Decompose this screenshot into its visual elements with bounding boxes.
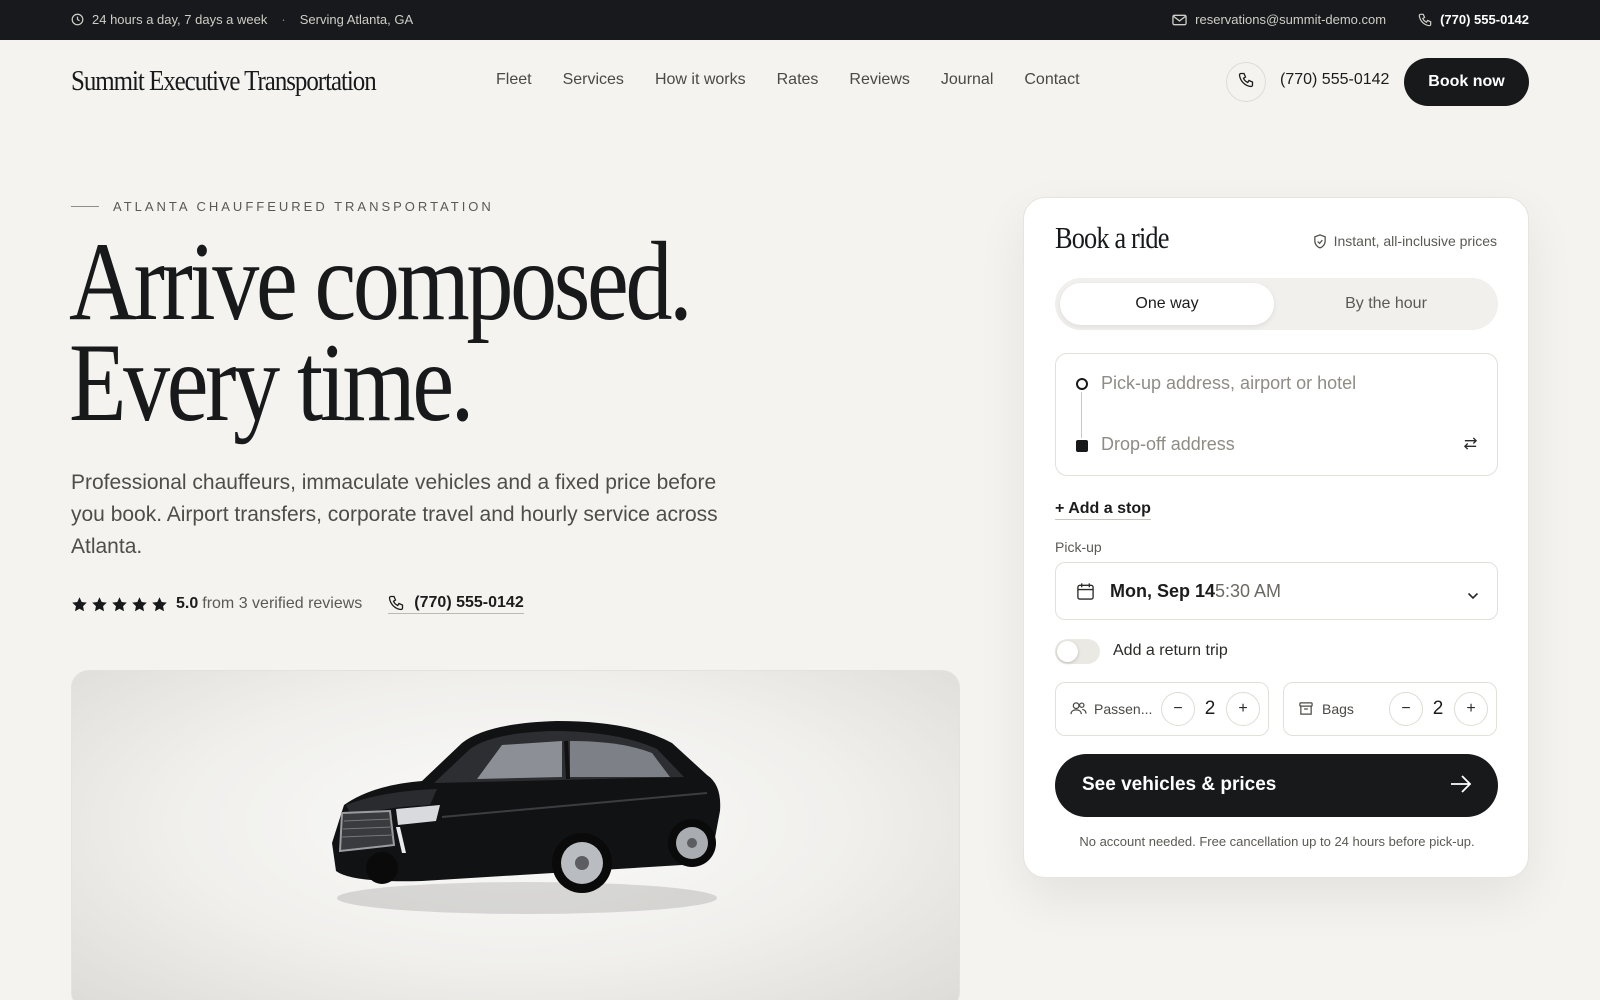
hero-headline: Arrive composed. Every time.	[69, 220, 693, 445]
star-icon	[72, 596, 87, 611]
arrow-right-icon	[1450, 774, 1472, 799]
bags-value: 2	[1432, 698, 1444, 719]
bags-decrement-button[interactable]: −	[1389, 692, 1423, 726]
passengers-decrement-button[interactable]: −	[1161, 692, 1195, 726]
return-trip-toggle[interactable]	[1055, 639, 1100, 664]
price-badge-text: Instant, all-inclusive prices	[1333, 233, 1497, 249]
hero-phone-link[interactable]: (770) 555-0142	[388, 594, 524, 614]
bags-label: Bags	[1322, 701, 1354, 717]
mail-icon	[1172, 14, 1187, 26]
main-nav: Fleet Services How it works Rates Review…	[496, 71, 1080, 89]
return-trip-label: Add a return trip	[1113, 642, 1228, 659]
dropoff-address-input[interactable]: Drop-off address	[1101, 434, 1235, 455]
utility-bar: 24 hours a day, 7 days a week · Serving …	[0, 0, 1600, 40]
utility-bar-right: reservations@summit-demo.com (770) 555-0…	[1172, 12, 1529, 27]
headline-line-1: Arrive composed.	[69, 220, 693, 344]
trip-type-toggle: One way By the hour	[1055, 278, 1498, 330]
hours-text: 24 hours a day, 7 days a week	[92, 12, 268, 27]
route-fields: Pick-up address, airport or hotel Drop-o…	[1055, 353, 1498, 476]
hero-phone-text: (770) 555-0142	[414, 594, 524, 611]
tab-by-the-hour[interactable]: By the hour	[1279, 283, 1493, 325]
phone-icon	[1418, 13, 1432, 27]
pickup-date: Mon, Sep 14	[1110, 581, 1216, 601]
nav-journal[interactable]: Journal	[941, 71, 993, 89]
swap-icon[interactable]	[1462, 436, 1479, 456]
passengers-value: 2	[1204, 698, 1216, 719]
star-icon	[152, 596, 167, 611]
star-icon	[92, 596, 107, 611]
route-connector	[1081, 392, 1082, 438]
header-phone-button[interactable]	[1226, 62, 1266, 102]
pickup-label: Pick-up	[1055, 539, 1102, 555]
nav-services[interactable]: Services	[563, 71, 624, 89]
hero-eyebrow: ATLANTA CHAUFFEURED TRANSPORTATION	[71, 199, 494, 214]
hero-lede: Professional chauffeurs, immaculate vehi…	[71, 471, 718, 558]
utility-bar-left: 24 hours a day, 7 days a week · Serving …	[71, 12, 413, 27]
clock-icon	[71, 13, 84, 26]
star-icon	[112, 596, 127, 611]
nav-rates[interactable]: Rates	[777, 71, 819, 89]
phone-icon	[1238, 72, 1254, 93]
bags-increment-button[interactable]: +	[1454, 692, 1488, 726]
header-phone-link[interactable]: (770) 555-0142	[1280, 71, 1389, 89]
eyebrow-rule	[71, 206, 99, 207]
site-header: Summit Executive Transportation Fleet Se…	[0, 40, 1600, 124]
chevron-down-icon	[1467, 587, 1479, 605]
rating-stars	[71, 596, 168, 613]
bag-icon	[1298, 701, 1314, 721]
email-link[interactable]: reservations@summit-demo.com	[1195, 12, 1386, 27]
add-stop-link[interactable]: + Add a stop	[1055, 500, 1151, 520]
nav-how-it-works[interactable]: How it works	[655, 71, 746, 89]
booking-fineprint: No account needed. Free cancellation up …	[1079, 834, 1475, 849]
nav-reviews[interactable]: Reviews	[849, 71, 909, 89]
bags-stepper: Bags − 2 +	[1283, 682, 1497, 736]
hero-vehicle-image	[71, 670, 960, 1000]
pickup-datetime-select[interactable]: Mon, Sep 14 5:30 AM	[1055, 562, 1498, 620]
booking-title: Book a ride	[1055, 220, 1169, 255]
shield-check-icon	[1313, 233, 1326, 249]
rating-text: from 3 verified reviews	[202, 595, 363, 612]
topbar-phone-link[interactable]: (770) 555-0142	[1440, 12, 1529, 27]
rating-score: 5.0	[176, 595, 199, 612]
headline-line-2: Every time.	[69, 321, 474, 445]
pickup-marker-icon	[1076, 378, 1088, 390]
passengers-stepper: Passen... − 2 +	[1055, 682, 1269, 736]
star-icon	[132, 596, 147, 611]
brand-logo[interactable]: Summit Executive Transportation	[71, 65, 377, 98]
passengers-label: Passen...	[1094, 701, 1153, 717]
rating-row: 5.0 from 3 verified reviews (770) 555-01…	[71, 594, 524, 614]
tab-one-way[interactable]: One way	[1060, 283, 1274, 325]
dropoff-marker-icon	[1076, 440, 1088, 452]
service-area-text: Serving Atlanta, GA	[299, 12, 414, 27]
separator: ·	[281, 12, 286, 27]
pickup-address-input[interactable]: Pick-up address, airport or hotel	[1101, 373, 1356, 394]
see-vehicles-label: See vehicles & prices	[1082, 774, 1277, 795]
toggle-knob	[1057, 641, 1078, 662]
sedan-illustration	[332, 721, 721, 914]
nav-fleet[interactable]: Fleet	[496, 71, 532, 89]
pickup-time: 5:30 AM	[1215, 581, 1282, 601]
eyebrow-text: ATLANTA CHAUFFEURED TRANSPORTATION	[113, 199, 494, 214]
users-icon	[1070, 701, 1087, 721]
booking-card: Book a ride Instant, all-inclusive price…	[1023, 197, 1529, 878]
see-vehicles-button[interactable]: See vehicles & prices	[1055, 754, 1498, 817]
passengers-increment-button[interactable]: +	[1226, 692, 1260, 726]
price-badge: Instant, all-inclusive prices	[1313, 233, 1497, 249]
phone-icon	[389, 595, 404, 611]
calendar-icon	[1076, 582, 1095, 606]
nav-contact[interactable]: Contact	[1024, 71, 1079, 89]
book-now-button[interactable]: Book now	[1404, 58, 1529, 106]
